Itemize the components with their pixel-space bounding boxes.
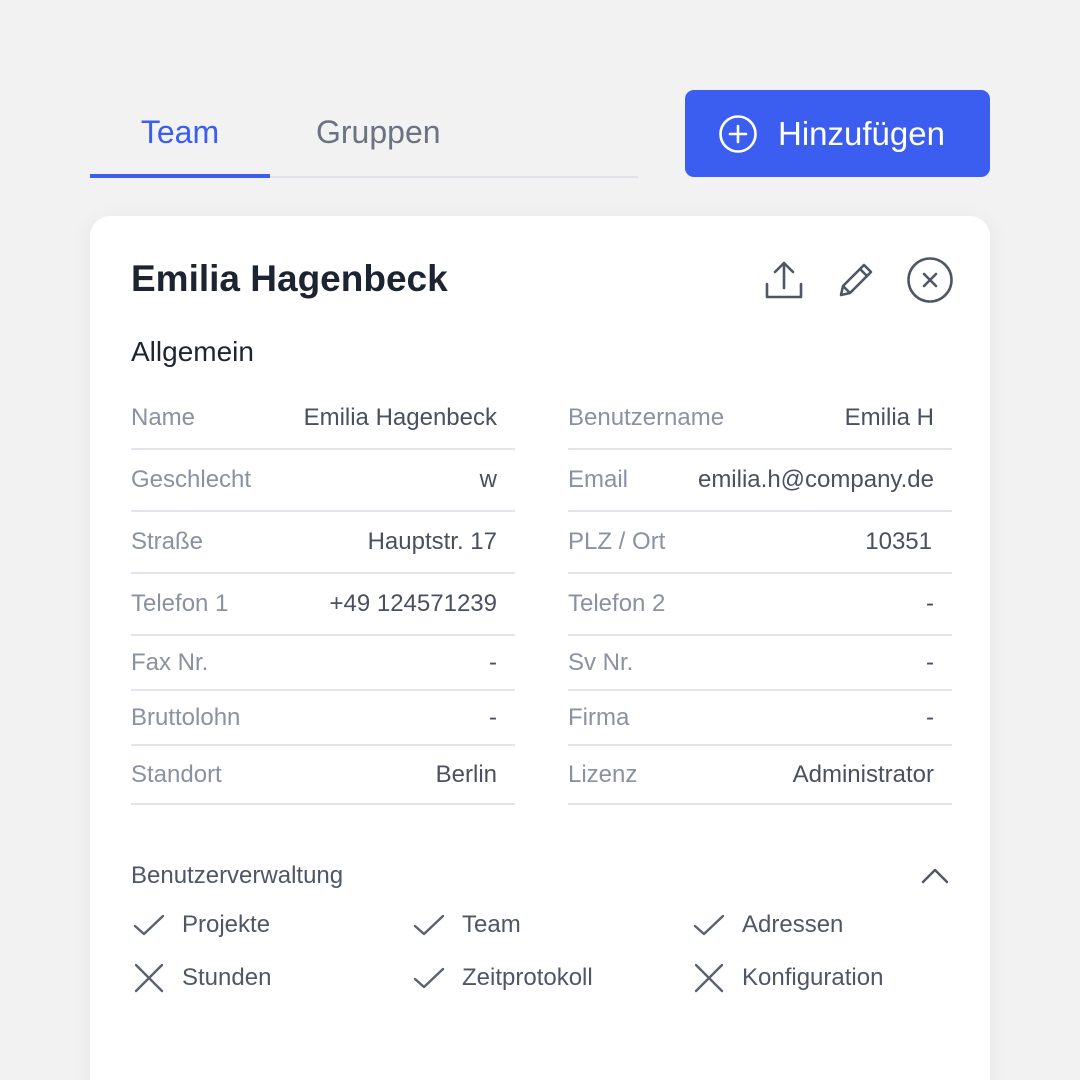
user-name-title: Emilia Hagenbeck [131,258,448,299]
field-value: - [926,590,934,617]
permission-label: Team [462,911,521,938]
field-label: Bruttolohn [131,703,241,731]
field-label: PLZ / Ort [568,528,666,555]
field-label: Fax Nr. [131,648,209,676]
card-actions [762,256,954,309]
field-row: Standort Berlin [131,746,515,805]
field-label: Name [131,404,196,431]
field-row: Sv Nr. - [568,636,952,691]
field-label: Straße [131,528,204,555]
chevron-up-icon[interactable] [920,866,950,891]
field-row: Geschlecht w [131,450,515,512]
field-row: Telefon 1 +49 124571239 [131,574,515,636]
field-label: Email [568,466,629,493]
field-row: Lizenz Administrator [568,746,952,805]
field-value: Emilia Hagenbeck [303,404,497,431]
field-label: Geschlecht [131,466,252,493]
tab-team[interactable]: Team [90,114,270,151]
field-row: Telefon 2 - [568,574,952,636]
field-label: Firma [568,703,630,731]
field-row: Firma - [568,691,952,746]
field-row: PLZ / Ort 10351 [568,512,952,574]
field-value: Hauptstr. 17 [367,528,497,555]
field-row: Fax Nr. - [131,636,515,691]
permission-item[interactable]: Stunden [132,963,271,993]
permission-label: Konfiguration [742,964,884,991]
permission-label: Projekte [182,911,271,938]
field-value: - [926,648,934,676]
field-label: Sv Nr. [568,648,634,676]
permission-label: Zeitprotokoll [462,964,593,991]
field-row: Name Emilia Hagenbeck [131,388,515,450]
field-label: Benutzername [568,404,725,431]
field-label: Standort [131,760,222,788]
add-button[interactable]: Hinzufügen [685,90,990,177]
field-value: Administrator [792,760,934,788]
field-value: w [479,466,497,493]
plus-circle-icon [718,114,758,154]
close-circle-icon[interactable] [906,256,954,309]
pencil-icon[interactable] [834,258,878,307]
field-row: Benutzername Emilia H [568,388,952,450]
field-value: - [489,648,497,676]
field-label: Telefon 1 [131,590,229,617]
field-value: - [489,703,497,731]
field-column-right: Benutzername Emilia H Email emilia.h@com… [568,388,952,805]
permissions-heading: Benutzerverwaltung [131,862,344,889]
check-icon [132,910,166,940]
field-column-left: Name Emilia Hagenbeck Geschlecht w Straß… [131,388,515,805]
add-button-label: Hinzufügen [778,114,945,152]
permission-item[interactable]: Konfiguration [692,963,883,993]
field-value: emilia.h@company.de [697,466,934,493]
cross-icon [692,963,726,993]
section-heading-general: Allgemein [131,336,254,367]
check-icon [412,963,446,993]
field-value: Emilia H [844,404,934,431]
field-label: Telefon 2 [568,590,666,617]
permission-label: Adressen [742,911,844,938]
field-value: Berlin [435,760,497,788]
permission-item[interactable]: Adressen [692,910,843,940]
permission-item[interactable]: Projekte [132,910,270,940]
check-icon [692,910,726,940]
user-detail-card: Emilia Hagenbeck Allgemein Name Emilia H… [90,216,990,1080]
tab-bar: Team Gruppen [90,100,638,178]
field-value: - [926,703,934,731]
tab-gruppen[interactable]: Gruppen [316,114,441,151]
field-row: Bruttolohn - [131,691,515,746]
active-tab-indicator [90,174,270,178]
cross-icon [132,963,166,993]
field-row: Straße Hauptstr. 17 [131,512,515,574]
permission-label: Stunden [182,964,272,991]
field-row: Email emilia.h@company.de [568,450,952,512]
check-icon [412,910,446,940]
permission-item[interactable]: Zeitprotokoll [412,963,593,993]
upload-icon[interactable] [762,258,806,307]
field-label: Lizenz [568,760,638,788]
field-value: +49 124571239 [329,590,497,617]
field-value: 10351 [865,528,932,555]
permission-item[interactable]: Team [412,910,521,940]
